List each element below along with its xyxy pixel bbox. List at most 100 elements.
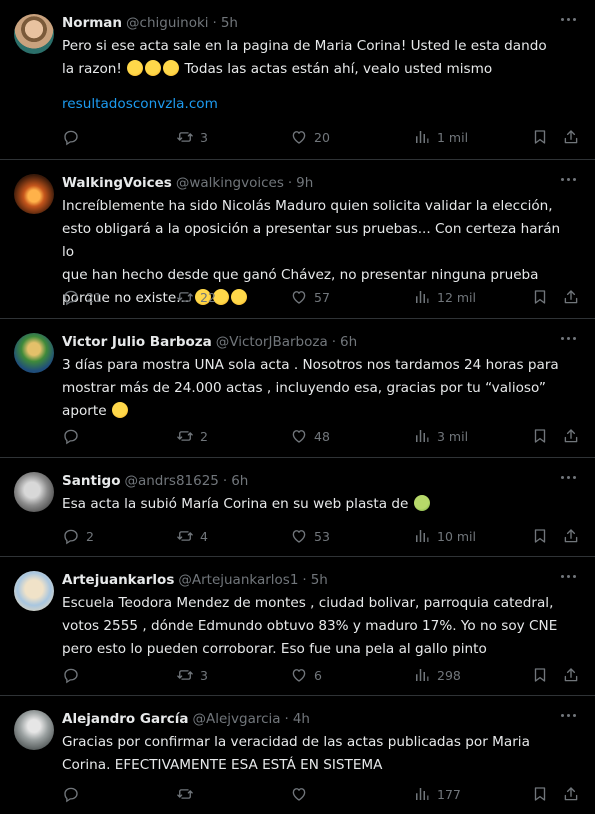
views-count: 177 <box>437 786 461 802</box>
views-button[interactable]: 12 mil <box>413 287 476 307</box>
dot-separator: · <box>222 473 228 489</box>
views-button[interactable]: 10 mil <box>413 526 476 546</box>
like-count: 53 <box>314 528 330 544</box>
reply-icon <box>62 666 80 684</box>
like-button[interactable]: 57 <box>290 287 330 307</box>
tweet-header: Norman @chiguinoki · 5h <box>62 13 555 33</box>
sweat-smile-emoji-icon <box>111 402 128 418</box>
handle[interactable]: @walkingvoices <box>176 175 284 191</box>
retweet-button[interactable]: 2 <box>176 426 208 446</box>
like-button[interactable]: 6 <box>290 665 322 685</box>
more-icon[interactable] <box>559 469 579 485</box>
views-button[interactable]: 1 mil <box>413 127 468 147</box>
avatar[interactable] <box>14 472 54 512</box>
more-icon[interactable] <box>559 330 579 346</box>
handle[interactable]: @chiguinoki <box>126 15 209 31</box>
bookmark-button[interactable] <box>531 665 549 685</box>
like-button[interactable]: 53 <box>290 526 330 546</box>
display-name[interactable]: Artejuankarlos <box>62 572 174 588</box>
more-icon[interactable] <box>559 568 579 584</box>
avatar[interactable] <box>14 333 54 373</box>
share-button[interactable] <box>562 127 580 147</box>
retweet-count: 4 <box>200 528 208 544</box>
display-name[interactable]: Alejandro García <box>62 711 188 727</box>
share-button[interactable] <box>562 287 580 307</box>
bookmark-icon <box>531 785 549 803</box>
bookmark-button[interactable] <box>531 287 549 307</box>
reply-button[interactable] <box>62 665 80 685</box>
tweet[interactable]: Norman @chiguinoki · 5h Pero si ese acta sa… <box>0 0 595 160</box>
bookmark-button[interactable] <box>531 784 549 804</box>
handle[interactable]: @Artejuankarlos1 <box>178 572 298 588</box>
heart-icon <box>290 128 308 146</box>
tweet[interactable]: Santigo @andrs81625 · 6h Esa acta la subió … <box>0 458 595 557</box>
reply-button[interactable]: 2 <box>62 526 94 546</box>
views-count: 12 mil <box>437 289 477 305</box>
bookmark-button[interactable] <box>531 127 549 147</box>
tweet-text-body: Gracias por confirmar la veracidad de la… <box>62 734 530 773</box>
tweet[interactable]: WalkingVoices @walkingvoices · 9h Increíble… <box>0 160 595 319</box>
reply-button[interactable]: 21 <box>62 287 102 307</box>
views-button[interactable]: 3 mil <box>413 426 468 446</box>
bookmark-button[interactable] <box>531 426 549 446</box>
bar-chart-icon <box>413 666 431 684</box>
bookmark-button[interactable] <box>531 526 549 546</box>
timestamp[interactable]: 6h <box>340 334 357 350</box>
tweet-header: Santigo @andrs81625 · 6h <box>62 471 555 491</box>
share-button[interactable] <box>562 784 580 804</box>
reply-count: 2 <box>86 528 94 544</box>
retweet-button[interactable] <box>176 784 194 804</box>
retweet-button[interactable]: 3 <box>176 127 208 147</box>
reply-button[interactable] <box>62 784 80 804</box>
views-button[interactable]: 298 <box>413 665 461 685</box>
tweet-link[interactable]: resultadosconvzla.com <box>62 93 218 116</box>
more-icon[interactable] <box>559 171 579 187</box>
action-bar: 3 6 298 <box>0 665 595 685</box>
avatar[interactable] <box>14 571 54 611</box>
bookmark-icon <box>531 427 549 445</box>
timestamp[interactable]: 4h <box>293 711 310 727</box>
like-button[interactable]: 20 <box>290 127 330 147</box>
share-icon <box>562 288 580 306</box>
dot-separator: · <box>331 334 337 350</box>
tweet[interactable]: Victor Julio Barboza @VictorJBarboza · 6h 3… <box>0 319 595 458</box>
tweet-text: Gracias por confirmar la veracidad de la… <box>62 731 562 777</box>
reply-button[interactable] <box>62 127 80 147</box>
display-name[interactable]: Norman <box>62 15 122 31</box>
timestamp[interactable]: 5h <box>311 572 328 588</box>
display-name[interactable]: Victor Julio Barboza <box>62 334 212 350</box>
more-icon[interactable] <box>559 707 579 723</box>
share-button[interactable] <box>562 665 580 685</box>
share-button[interactable] <box>562 526 580 546</box>
tweet-header: Alejandro García @Alejvgarcia · 4h <box>62 709 555 729</box>
avatar[interactable] <box>14 14 54 54</box>
share-button[interactable] <box>562 426 580 446</box>
timestamp[interactable]: 9h <box>296 175 313 191</box>
display-name[interactable]: WalkingVoices <box>62 175 172 191</box>
more-icon[interactable] <box>559 11 579 27</box>
action-bar: 2 48 3 mil <box>0 426 595 446</box>
retweet-button[interactable]: 3 <box>176 665 208 685</box>
handle[interactable]: @VictorJBarboza <box>216 334 328 350</box>
reply-button[interactable] <box>62 426 80 446</box>
timestamp[interactable]: 6h <box>231 473 248 489</box>
timestamp[interactable]: 5h <box>221 15 238 31</box>
avatar[interactable] <box>14 174 54 214</box>
retweet-button[interactable]: 4 <box>176 526 208 546</box>
handle[interactable]: @andrs81625 <box>124 473 218 489</box>
display-name[interactable]: Santigo <box>62 473 120 489</box>
retweet-icon <box>176 128 194 146</box>
share-icon <box>562 128 580 146</box>
tweet[interactable]: Alejandro García @Alejvgarcia · 4h Gracias … <box>0 696 595 814</box>
retweet-icon <box>176 527 194 545</box>
reply-icon <box>62 128 80 146</box>
views-button[interactable]: 177 <box>413 784 461 804</box>
retweet-button[interactable]: 22 <box>176 287 216 307</box>
like-button[interactable]: 48 <box>290 426 330 446</box>
handle[interactable]: @Alejvgarcia <box>192 711 280 727</box>
like-button[interactable] <box>290 784 308 804</box>
share-icon <box>562 427 580 445</box>
dot-separator: · <box>287 175 293 191</box>
avatar[interactable] <box>14 710 54 750</box>
tweet[interactable]: Artejuankarlos @Artejuankarlos1 · 5h Escuel… <box>0 557 595 696</box>
